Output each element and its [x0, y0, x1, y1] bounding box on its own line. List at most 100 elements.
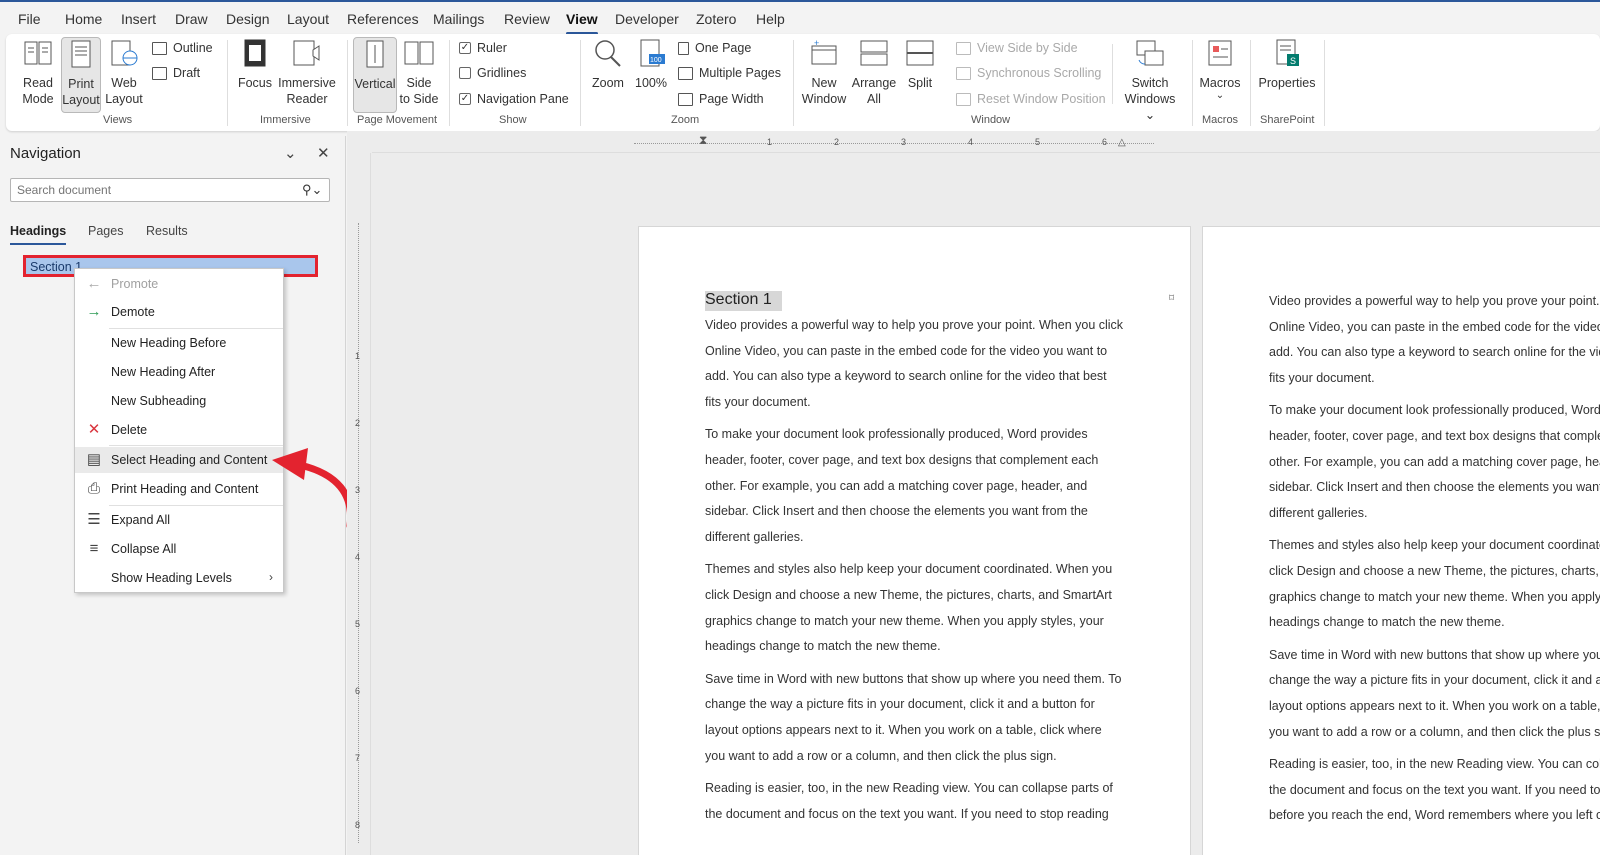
menu-separator — [109, 328, 283, 329]
menu-item-expand-all[interactable]: ☰ Expand All — [75, 507, 283, 533]
vertical-ruler[interactable]: 1 2 3 4 5 6 7 8 — [347, 153, 371, 855]
arrange-all-label-1: Arrange — [851, 76, 897, 90]
right-indent-marker-icon[interactable]: △ — [1118, 137, 1126, 148]
tab-design[interactable]: Design — [226, 11, 270, 27]
paragraph[interactable]: To make your document look professionall… — [705, 422, 1124, 550]
paragraph[interactable]: Themes and styles also help keep your do… — [705, 557, 1124, 659]
menu-item-new-heading-after[interactable]: New Heading After — [75, 359, 283, 385]
gridlines-checkbox[interactable]: Gridlines — [459, 64, 526, 82]
separator — [580, 40, 581, 126]
tab-headings[interactable]: Headings — [10, 224, 67, 245]
split-button[interactable]: Split — [900, 38, 940, 91]
checkbox-checked-icon: ✓ — [459, 93, 471, 105]
separator — [1192, 40, 1193, 126]
synchronous-scrolling-button[interactable]: Synchronous Scrolling — [956, 64, 1101, 82]
menu-separator — [109, 505, 283, 506]
tab-developer[interactable]: Developer — [615, 11, 679, 27]
comment-icon[interactable]: ⌑ — [1169, 293, 1174, 304]
paragraph[interactable]: Reading is easier, too, in the new Readi… — [1269, 752, 1600, 829]
close-icon[interactable]: ✕ — [317, 144, 330, 162]
paragraph[interactable]: Save time in Word with new buttons that … — [1269, 643, 1600, 745]
ruler-ticks — [358, 223, 359, 843]
search-icon[interactable]: ⚲⌄ — [302, 182, 322, 198]
menu-item-demote[interactable]: → Demote — [75, 299, 283, 325]
delete-x-icon: ✕ — [87, 421, 101, 438]
menu-item-promote[interactable]: ← Promote — [75, 271, 283, 297]
navigation-pane-checkbox[interactable]: ✓ Navigation Pane — [459, 90, 569, 108]
tab-insert[interactable]: Insert — [121, 11, 156, 27]
document-page-1[interactable]: Section 1 ⌑ Video provides a powerful wa… — [638, 226, 1191, 855]
paragraph[interactable]: Video provides a powerful way to help yo… — [705, 313, 1124, 415]
paragraph[interactable]: Reading is easier, too, in the new Readi… — [705, 776, 1124, 827]
macros-button[interactable]: Macros ⌄ — [1198, 38, 1242, 101]
gridlines-label: Gridlines — [477, 66, 527, 80]
tab-file[interactable]: File — [18, 11, 41, 27]
ruler-checkbox[interactable]: ✓ Ruler — [459, 39, 507, 57]
vertical-button[interactable]: Vertical — [353, 37, 397, 113]
tab-results[interactable]: Results — [146, 224, 188, 238]
indent-marker-icon[interactable]: ⧗ — [699, 133, 707, 148]
tab-help[interactable]: Help — [756, 11, 785, 27]
synchronous-scrolling-label: Synchronous Scrolling — [977, 66, 1102, 80]
menu-item-label: Collapse All — [111, 542, 177, 556]
tab-references[interactable]: References — [347, 11, 419, 27]
one-page-button[interactable]: One Page — [678, 39, 751, 57]
draft-icon — [152, 66, 167, 80]
document-heading[interactable]: Section 1 — [705, 291, 782, 311]
search-input[interactable] — [10, 178, 330, 202]
zoom-100-button[interactable]: 100 100% — [632, 38, 670, 91]
horizontal-ruler[interactable]: 1 2 3 4 5 6 ⧗ △ — [372, 133, 1600, 153]
paragraph[interactable]: Video provides a powerful way to help yo… — [1269, 289, 1600, 391]
view-side-by-side-button[interactable]: View Side by Side — [956, 39, 1078, 57]
paragraph[interactable]: Themes and styles also help keep your do… — [1269, 533, 1600, 635]
web-layout-button[interactable]: Web Layout — [104, 38, 144, 107]
menu-item-new-subheading[interactable]: New Subheading — [75, 388, 283, 414]
immersive-reader-button[interactable]: Immersive Reader — [278, 38, 336, 107]
menu-item-delete[interactable]: ✕ Delete — [75, 417, 283, 443]
properties-button[interactable]: S Properties — [1256, 38, 1318, 91]
read-mode-button[interactable]: Read Mode — [16, 38, 60, 107]
arrow-right-icon: → — [86, 303, 102, 320]
side-to-side-label-2: to Side — [399, 92, 439, 106]
arrange-all-button[interactable]: Arrange All — [850, 38, 898, 107]
paragraph[interactable]: Save time in Word with new buttons that … — [705, 667, 1124, 769]
menu-item-print-heading-and-content[interactable]: ⎙ Print Heading and Content — [75, 476, 283, 502]
print-layout-button[interactable]: Print Layout — [61, 37, 101, 113]
tab-pages[interactable]: Pages — [88, 224, 123, 238]
switch-windows-button[interactable]: Switch Windows ⌄ — [1118, 38, 1182, 123]
ruler-mark: 2 — [834, 137, 840, 147]
print-layout-label-1: Print — [68, 77, 94, 91]
web-layout-label-2: Layout — [105, 92, 143, 106]
document-page-2[interactable]: Video provides a powerful way to help yo… — [1202, 226, 1600, 855]
chevron-down-icon[interactable]: ⌄ — [284, 144, 297, 162]
zoom-100-label: 100% — [635, 76, 667, 90]
macros-label: Macros — [1199, 76, 1241, 90]
switch-windows-label-1: Switch — [1131, 76, 1169, 90]
outline-button[interactable]: Outline — [152, 39, 213, 57]
side-to-side-button[interactable]: Side to Side — [399, 38, 439, 107]
menu-item-show-heading-levels[interactable]: Show Heading Levels › — [75, 565, 283, 591]
ruler-mark: 1 — [767, 137, 773, 147]
page-movement-group-label: Page Movement — [357, 114, 438, 126]
page-width-button[interactable]: Page Width — [678, 90, 764, 108]
paragraph[interactable]: To make your document look professionall… — [1269, 398, 1600, 526]
tab-zotero[interactable]: Zotero — [696, 11, 736, 27]
new-window-button[interactable]: + New Window — [800, 38, 848, 107]
zoom-button[interactable]: Zoom — [588, 38, 628, 91]
tab-layout[interactable]: Layout — [287, 11, 329, 27]
tab-review[interactable]: Review — [504, 11, 550, 27]
tab-mailings[interactable]: Mailings — [433, 11, 484, 27]
multiple-pages-button[interactable]: Multiple Pages — [678, 64, 781, 82]
tab-view[interactable]: View — [566, 11, 598, 35]
menu-item-label: Demote — [111, 305, 155, 319]
draft-button[interactable]: Draft — [152, 64, 200, 82]
focus-button[interactable]: Focus — [236, 38, 274, 91]
tab-draw[interactable]: Draw — [175, 11, 208, 27]
reset-window-position-button[interactable]: Reset Window Position — [956, 90, 1106, 108]
menu-item-new-heading-before[interactable]: New Heading Before — [75, 330, 283, 356]
menu-item-select-heading-and-content[interactable]: ▤ Select Heading and Content — [75, 447, 283, 473]
print-layout-icon — [71, 40, 91, 68]
menu-item-collapse-all[interactable]: ≡ Collapse All — [75, 536, 283, 562]
tab-home[interactable]: Home — [65, 11, 102, 27]
document-area[interactable]: 1 2 3 4 5 6 ⧗ △ 1 2 3 4 5 6 7 8 Section … — [347, 131, 1600, 855]
